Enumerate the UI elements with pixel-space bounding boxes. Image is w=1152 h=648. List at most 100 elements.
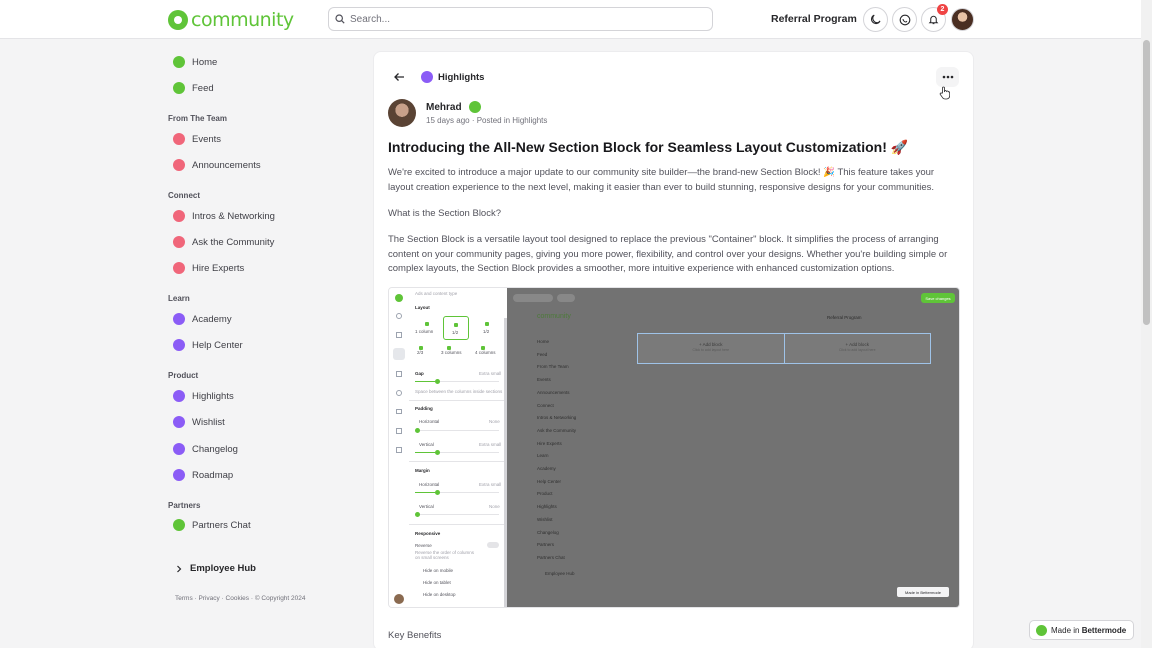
embedded-add-block: + Add block Click to add layout here (838, 342, 876, 352)
sparkle-icon (173, 390, 185, 402)
user-avatar[interactable] (951, 8, 974, 31)
employee-hub-toggle[interactable]: Employee Hub (175, 563, 256, 574)
sidebar-item-label: Roadmap (192, 469, 234, 481)
embedded-device-toggle (557, 294, 575, 302)
sidebar-item-label: Partners Chat (192, 519, 251, 531)
chevron-right-icon (177, 565, 182, 572)
sidebar-item-intros[interactable]: Intros & Networking (168, 207, 275, 225)
megaphone-icon (173, 159, 185, 171)
embedded-card-icon (396, 409, 402, 414)
sidebar-item-wishlist[interactable]: Wishlist (168, 413, 225, 431)
community-logo[interactable]: community (168, 9, 294, 31)
messages-button[interactable] (892, 7, 917, 32)
footer-links[interactable]: Terms · Privacy · Cookies · © Copyright … (175, 595, 306, 602)
embedded-reverse-label: Reverse (415, 543, 432, 548)
embedded-add-block: + Add block Click to add layout here (692, 342, 730, 352)
lifebuoy-icon (173, 339, 185, 351)
made-in-label: Made in (1051, 625, 1080, 635)
post-paragraph-3: The Section Block is a versatile layout … (388, 234, 948, 274)
sidebar-section-connect: Connect (168, 191, 200, 200)
embedded-layout-opt: 1 column (415, 316, 439, 338)
embedded-layout-opt: 3 columns (441, 346, 462, 355)
referral-program-link[interactable]: Referral Program (771, 13, 857, 25)
sidebar-item-label: Intros & Networking (192, 210, 275, 222)
embedded-made-in-badge: Made in Bettermode (897, 587, 949, 597)
sidebar-item-roadmap[interactable]: Roadmap (168, 466, 233, 484)
sidebar-item-partners-chat[interactable]: Partners Chat (168, 516, 251, 534)
embedded-folder-icon (396, 332, 402, 338)
sparkle-icon (421, 71, 433, 83)
embedded-gap-label: Gap (415, 371, 424, 376)
embedded-reverse-desc: Reverse the order of columns on small sc… (415, 550, 475, 560)
sidebar-item-label: Announcements (192, 159, 261, 171)
embedded-margin-v-value: None (489, 504, 500, 509)
page-scrollbar-thumb[interactable] (1143, 40, 1150, 325)
bettermode-logo-icon (1036, 624, 1047, 636)
sidebar-section-partners: Partners (168, 501, 201, 510)
embedded-padding-v-slider (415, 450, 499, 455)
moon-icon (871, 14, 881, 25)
embedded-reverse-toggle (487, 542, 499, 548)
map-icon (173, 469, 185, 481)
embedded-gap-value: Extra small (479, 371, 502, 376)
calendar-icon (173, 133, 185, 145)
embedded-logo-icon (395, 294, 403, 302)
chat-icon (173, 519, 185, 531)
embedded-employee-hub: Employee Hub (545, 571, 575, 576)
made-in-bettermode-badge[interactable]: Made in Bettermode (1029, 620, 1134, 640)
sidebar-item-hire-experts[interactable]: Hire Experts (168, 259, 244, 277)
embedded-section-block: + Add block Click to add layout here + Ad… (637, 333, 931, 364)
embedded-logo: community (537, 313, 571, 320)
embedded-layout-opt-selected: 1/2 (443, 316, 469, 340)
chat-icon (899, 14, 910, 25)
author-avatar[interactable] (388, 99, 416, 127)
author-name[interactable]: Mehrad (426, 102, 462, 113)
verified-badge-icon (468, 101, 481, 113)
embedded-margin-v-slider (415, 512, 499, 517)
sidebar-item-academy[interactable]: Academy (168, 310, 232, 328)
embedded-padding-h-value: None (489, 419, 500, 424)
employee-hub-label: Employee Hub (190, 563, 256, 574)
sidebar-item-highlights[interactable]: Highlights (168, 387, 234, 405)
embedded-responsive-label: Responsive (415, 531, 441, 536)
space-breadcrumb[interactable]: Highlights (421, 71, 484, 83)
search-icon (335, 14, 345, 24)
sidebar-item-ask[interactable]: Ask the Community (168, 233, 274, 251)
embedded-layout-opt: 4 columns (475, 346, 496, 355)
briefcase-icon (173, 262, 185, 274)
sidebar-item-label: Wishlist (192, 416, 225, 428)
embedded-avatar (394, 594, 404, 604)
sidebar-item-label: Ask the Community (192, 236, 275, 248)
search-input[interactable]: Search... (328, 7, 713, 31)
sidebar-item-announcements[interactable]: Announcements (168, 156, 261, 174)
more-horizontal-icon (942, 75, 953, 79)
brand-label: Bettermode (1081, 625, 1127, 635)
sidebar-item-label: Academy (192, 313, 232, 325)
logo-text: community (191, 9, 294, 31)
sidebar-section-product: Product (168, 371, 199, 380)
changelog-icon (173, 443, 185, 455)
sidebar-item-label: Events (192, 133, 222, 145)
sidebar-item-help-center[interactable]: Help Center (168, 336, 243, 354)
dark-mode-button[interactable] (863, 7, 888, 32)
post-image[interactable]: Ads and content type Layout 1 column 1/2… (388, 287, 960, 608)
sidebar-item-label: Help Center (192, 339, 243, 351)
notifications-button[interactable]: 2 (921, 4, 948, 32)
embedded-margin-v-label: Vertical (419, 504, 434, 509)
sidebar-item-label: Home (192, 56, 218, 68)
embedded-margin-h-slider (415, 490, 499, 495)
sidebar-item-feed[interactable]: Feed (168, 79, 214, 97)
post-paragraph-1: We're excited to introduce a major updat… (388, 167, 935, 193)
sidebar-section-from-the-team: From The Team (168, 114, 227, 123)
handshake-icon (173, 210, 185, 222)
embedded-grid-icon (396, 447, 402, 453)
sidebar-item-home[interactable]: Home (168, 53, 217, 71)
post-options-button[interactable] (936, 67, 959, 87)
back-arrow-icon[interactable] (393, 72, 405, 82)
embedded-hide-desktop: Hide on desktop (423, 592, 456, 597)
sidebar-item-events[interactable]: Events (168, 130, 221, 148)
embedded-horizontal-label: Horizontal (419, 419, 440, 424)
embedded-padding-v-value: Extra small (479, 442, 502, 447)
sidebar-item-changelog[interactable]: Changelog (168, 440, 238, 458)
embedded-gap-slider (415, 379, 499, 384)
